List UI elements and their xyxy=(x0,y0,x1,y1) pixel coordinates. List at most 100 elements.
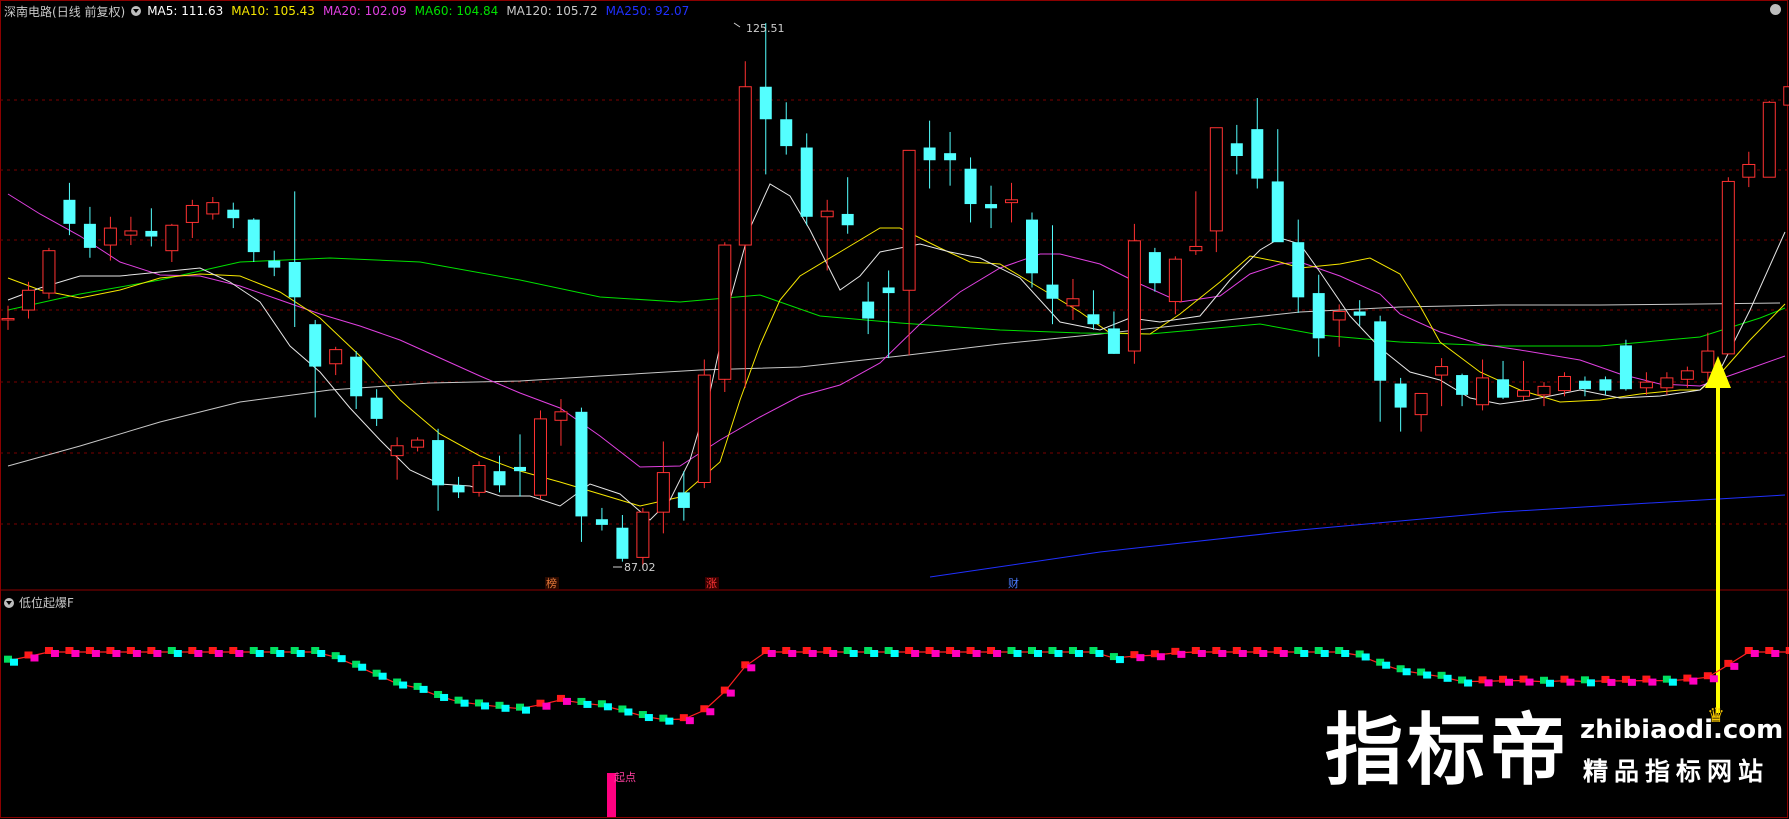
candle[interactable] xyxy=(1599,376,1612,395)
candle[interactable] xyxy=(452,476,465,499)
candle[interactable] xyxy=(1537,382,1551,407)
candle[interactable] xyxy=(1168,256,1182,315)
event-marker-zhang[interactable]: 涨 xyxy=(705,577,719,590)
candle[interactable] xyxy=(1251,98,1264,189)
candle[interactable] xyxy=(1066,278,1080,320)
ma5-line xyxy=(7,183,1786,521)
candle[interactable] xyxy=(738,61,752,388)
candle[interactable] xyxy=(1742,151,1756,188)
candle[interactable] xyxy=(554,399,568,446)
ma250-line xyxy=(929,494,1786,578)
candle[interactable] xyxy=(432,428,445,511)
candle[interactable] xyxy=(42,247,56,299)
candle[interactable] xyxy=(63,182,76,236)
candle[interactable] xyxy=(985,185,998,229)
candle[interactable] xyxy=(780,102,793,155)
candle[interactable] xyxy=(1762,100,1776,178)
legend-toggle-icon[interactable] xyxy=(131,6,142,16)
candle[interactable] xyxy=(841,177,854,234)
candle[interactable] xyxy=(1230,124,1243,175)
candle-body xyxy=(759,86,772,120)
candle[interactable] xyxy=(718,242,732,393)
watermark-subtitle: 精品指标网站 xyxy=(1583,757,1770,786)
candle[interactable] xyxy=(1414,392,1428,432)
candle-body xyxy=(882,287,895,294)
candle[interactable] xyxy=(1578,376,1591,397)
candle[interactable] xyxy=(759,23,772,175)
candle[interactable] xyxy=(514,434,526,497)
candle[interactable] xyxy=(533,410,547,500)
candle[interactable] xyxy=(1209,127,1223,253)
candle[interactable] xyxy=(964,157,977,223)
candle[interactable] xyxy=(1639,372,1653,395)
event-marker-cai[interactable]: 财 xyxy=(1008,576,1019,590)
panel-menu-icon[interactable] xyxy=(1770,4,1781,15)
candle[interactable] xyxy=(83,206,96,258)
candle[interactable] xyxy=(1332,304,1346,347)
candle[interactable] xyxy=(677,471,690,521)
candle[interactable] xyxy=(124,216,138,246)
candle[interactable] xyxy=(350,351,363,409)
candle[interactable] xyxy=(697,359,711,489)
candle[interactable] xyxy=(103,216,117,261)
candle[interactable] xyxy=(206,196,220,220)
candle[interactable] xyxy=(944,131,957,186)
candle[interactable] xyxy=(820,199,834,271)
candle[interactable] xyxy=(1107,311,1120,354)
candle-body xyxy=(329,349,343,365)
candle[interactable] xyxy=(185,199,199,238)
candle[interactable] xyxy=(862,281,875,335)
candle[interactable] xyxy=(1456,373,1469,407)
candle[interactable] xyxy=(1087,290,1100,330)
candle[interactable] xyxy=(1619,339,1632,391)
candle[interactable] xyxy=(616,514,629,562)
candle[interactable] xyxy=(390,437,404,480)
candle[interactable] xyxy=(595,507,608,531)
candle[interactable] xyxy=(309,319,322,418)
candle[interactable] xyxy=(575,407,588,542)
candle[interactable] xyxy=(411,437,425,452)
candle-body xyxy=(1292,242,1305,298)
candle[interactable] xyxy=(800,133,813,226)
candle[interactable] xyxy=(493,455,506,493)
candle[interactable] xyxy=(1127,223,1141,364)
candle[interactable] xyxy=(1148,247,1161,292)
candle[interactable] xyxy=(1005,182,1019,223)
candle[interactable] xyxy=(902,149,916,356)
event-marker-cai-label: 财 xyxy=(1008,576,1019,590)
candle-body xyxy=(185,204,199,223)
event-marker-bang[interactable]: 榜 xyxy=(545,576,559,590)
candle[interactable] xyxy=(1292,219,1305,313)
candle[interactable] xyxy=(1476,359,1490,411)
candle[interactable] xyxy=(1189,191,1203,255)
candle-body xyxy=(247,219,260,253)
candle[interactable] xyxy=(329,346,343,376)
candle[interactable] xyxy=(165,223,179,262)
candle[interactable] xyxy=(1680,366,1694,388)
indicator-block xyxy=(1546,679,1554,687)
candle[interactable] xyxy=(472,461,486,497)
candle[interactable] xyxy=(1374,315,1387,422)
indicator-block xyxy=(460,699,469,707)
candle-body xyxy=(350,356,363,397)
candle[interactable] xyxy=(636,507,650,568)
candle[interactable] xyxy=(1026,212,1038,288)
chart-frame xyxy=(0,0,1789,818)
candle[interactable] xyxy=(247,218,260,262)
candle[interactable] xyxy=(656,441,670,534)
stock-chart[interactable]: 125.51 87.02 榜 涨 财 起点 xyxy=(0,0,1789,819)
indicator-toggle-icon[interactable] xyxy=(4,597,14,608)
candle[interactable] xyxy=(1517,360,1531,401)
candle[interactable] xyxy=(1271,129,1284,243)
candle[interactable] xyxy=(923,120,936,189)
candle[interactable] xyxy=(1394,377,1407,432)
candle[interactable] xyxy=(145,208,158,247)
candle[interactable] xyxy=(1497,360,1510,400)
candle[interactable] xyxy=(882,270,895,359)
candle[interactable] xyxy=(1312,274,1325,357)
candle[interactable] xyxy=(1783,74,1789,107)
candle[interactable] xyxy=(227,202,240,229)
candle[interactable] xyxy=(268,250,281,277)
candle[interactable] xyxy=(1721,177,1735,355)
candle[interactable] xyxy=(370,389,383,426)
